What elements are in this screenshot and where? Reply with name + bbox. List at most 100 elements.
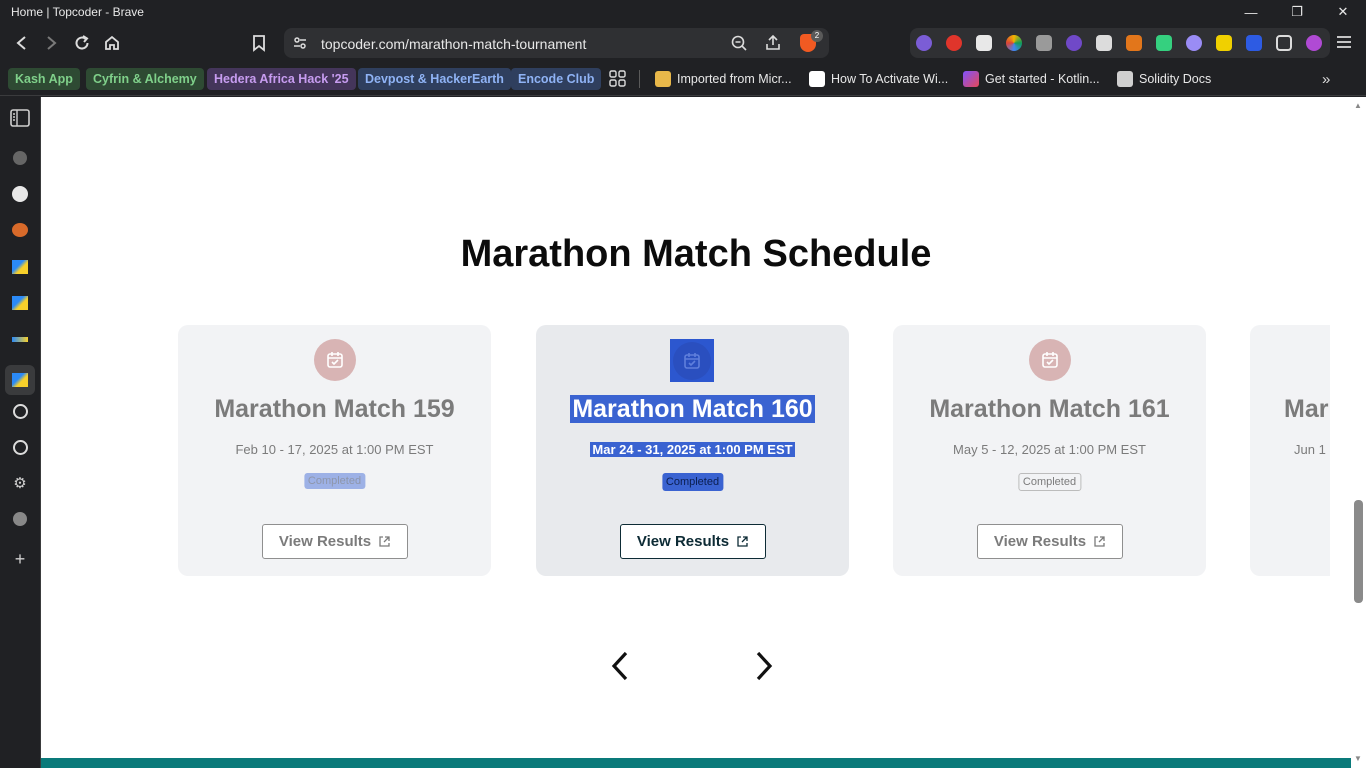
menu-button[interactable] xyxy=(1336,35,1352,49)
bookmarks-divider xyxy=(639,70,640,88)
apps-grid-icon[interactable] xyxy=(609,70,626,92)
match-title: Marathon Match 159 xyxy=(214,395,455,423)
bookmark-imported[interactable]: Imported from Micr... xyxy=(655,68,792,90)
extension-7-icon[interactable] xyxy=(1096,35,1112,51)
match-card-159: Marathon Match 159 Feb 10 - 17, 2025 at … xyxy=(178,325,491,576)
kotlin-icon xyxy=(963,71,979,87)
view-results-button[interactable]: View Results xyxy=(262,524,408,559)
match-date: Mar 24 - 31, 2025 at 1:00 PM EST xyxy=(536,442,849,457)
forward-button[interactable] xyxy=(39,31,63,55)
carousel-next-button[interactable] xyxy=(749,646,779,686)
extension-9-icon[interactable] xyxy=(1156,35,1172,51)
bookmark-label: Get started - Kotlin... xyxy=(985,72,1100,86)
reload-button[interactable] xyxy=(70,31,94,55)
bookmark-group-kash-app[interactable]: Kash App xyxy=(8,68,80,90)
external-link-icon xyxy=(737,536,748,547)
home-button[interactable] xyxy=(100,31,124,55)
blocker-icon[interactable] xyxy=(1066,35,1082,51)
solidity-icon xyxy=(1117,71,1133,87)
sidebar-item-1-icon[interactable] xyxy=(10,148,30,168)
match-title: Mar xyxy=(1284,395,1329,423)
scroll-down-icon[interactable]: ▼ xyxy=(1354,754,1362,763)
match-card-160: Marathon Match 160 Mar 24 - 31, 2025 at … xyxy=(536,325,849,576)
bookmark-group-devpost[interactable]: Devpost & HackerEarth xyxy=(358,68,511,90)
minimize-button[interactable]: — xyxy=(1228,0,1274,24)
hamburger-icon xyxy=(1337,36,1351,48)
color-picker-icon[interactable] xyxy=(1006,35,1022,51)
match-title: Marathon Match 161 xyxy=(929,395,1170,423)
globe-icon[interactable] xyxy=(10,509,30,529)
match-card-162: Mar Jun 1 xyxy=(1250,325,1330,576)
status-badge: Completed xyxy=(661,473,724,491)
back-button[interactable] xyxy=(10,31,34,55)
restore-button[interactable]: ❐ xyxy=(1274,0,1320,24)
extension-1-icon[interactable] xyxy=(916,35,932,51)
button-label: View Results xyxy=(278,533,372,550)
calendar-icon xyxy=(670,339,714,382)
page-content: Marathon Match Schedule Marathon Match 1… xyxy=(41,97,1351,758)
sidebar-item-7-active-icon[interactable] xyxy=(5,365,35,395)
scroll-up-icon[interactable]: ▲ xyxy=(1354,101,1362,110)
carousel-prev-button[interactable] xyxy=(605,646,635,686)
calendar-icon xyxy=(1029,339,1071,381)
extension-2-icon[interactable] xyxy=(946,35,962,51)
status-badge: Completed xyxy=(303,473,366,489)
external-link-icon xyxy=(1094,536,1105,547)
close-window-button[interactable]: ✕ xyxy=(1320,0,1366,24)
view-results-button[interactable]: View Results xyxy=(977,524,1123,559)
bookmark-label: Imported from Micr... xyxy=(677,72,792,86)
url-text[interactable]: topcoder.com/marathon-match-tournament xyxy=(321,36,586,52)
bookmark-activate-windows[interactable]: How To Activate Wi... xyxy=(809,68,948,90)
window-title: Home | Topcoder - Brave xyxy=(11,5,144,19)
chatgpt-2-icon[interactable] xyxy=(10,437,30,457)
more-bookmarks-chevron-icon[interactable]: » xyxy=(1322,71,1330,88)
chevron-right-icon xyxy=(756,651,773,681)
camera-icon[interactable] xyxy=(1036,35,1052,51)
scrollbar-track[interactable]: ▲ ▼ xyxy=(1351,97,1366,768)
phantom-icon[interactable] xyxy=(1186,35,1202,51)
gear-icon[interactable]: ⚙ xyxy=(10,473,30,493)
chatgpt-icon[interactable] xyxy=(10,401,30,421)
page-footer-band xyxy=(41,758,1351,768)
shield-icon[interactable] xyxy=(1246,35,1262,51)
button-label: View Results xyxy=(993,533,1087,550)
metamask-icon[interactable] xyxy=(1126,35,1142,51)
sidebar-toggle-icon[interactable] xyxy=(10,108,30,128)
profile-avatar-icon[interactable] xyxy=(1306,35,1322,51)
puzzle-icon[interactable] xyxy=(1276,35,1292,51)
address-bar[interactable]: topcoder.com/marathon-match-tournament 2 xyxy=(284,28,829,58)
bookmark-label: Solidity Docs xyxy=(1139,72,1212,86)
qr-code-icon[interactable] xyxy=(976,35,992,51)
match-date: May 5 - 12, 2025 at 1:00 PM EST xyxy=(953,442,1146,457)
scrollbar-thumb[interactable] xyxy=(1354,500,1363,603)
bookmark-icon xyxy=(253,35,265,52)
title-bar: Home | Topcoder - Brave — ❐ ✕ xyxy=(0,0,1366,24)
zoom-icon[interactable] xyxy=(730,34,748,52)
match-title-text: Marathon Match 160 xyxy=(570,395,815,423)
bookmark-group-hedera[interactable]: Hedera Africa Hack '25 xyxy=(207,68,356,90)
chevron-left-icon xyxy=(611,651,628,681)
github-icon[interactable] xyxy=(10,184,30,204)
bookmark-label: How To Activate Wi... xyxy=(831,72,949,86)
sidebar-item-6-icon[interactable] xyxy=(10,329,30,349)
sidebar-item-4-icon[interactable] xyxy=(10,257,30,277)
view-results-button[interactable]: View Results xyxy=(620,524,766,559)
extension-11-icon[interactable] xyxy=(1216,35,1232,51)
site-settings-icon[interactable] xyxy=(292,35,308,51)
sidebar-item-3-icon[interactable] xyxy=(10,220,30,240)
bookmark-kotlin[interactable]: Get started - Kotlin... xyxy=(963,68,1100,90)
folder-icon xyxy=(655,71,671,87)
extensions-area xyxy=(910,28,1330,58)
match-date-text: Mar 24 - 31, 2025 at 1:00 PM EST xyxy=(590,442,795,457)
status-badge: Completed xyxy=(1017,473,1082,491)
share-icon[interactable] xyxy=(764,34,782,52)
bookmark-solidity[interactable]: Solidity Docs xyxy=(1117,68,1211,90)
bookmark-group-encode[interactable]: Encode Club xyxy=(511,68,602,90)
home-icon xyxy=(105,35,119,50)
external-link-icon xyxy=(379,536,390,547)
sidebar-item-5-icon[interactable] xyxy=(10,293,30,313)
bookmark-button[interactable] xyxy=(247,31,271,55)
bookmark-group-cyfrin-alchemy[interactable]: Cyfrin & Alchemy xyxy=(86,68,204,90)
match-date: Jun 1 xyxy=(1294,442,1326,457)
add-sidebar-item-icon[interactable]: + xyxy=(10,549,30,569)
